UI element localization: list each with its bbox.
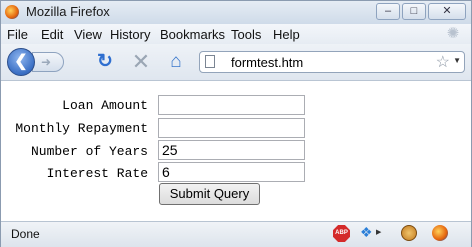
address-bar[interactable]: formtest.htm ☆ ▼ (199, 51, 465, 73)
forward-arrow-icon: ➜ (41, 55, 52, 69)
monthly-repayment-input[interactable] (158, 118, 305, 138)
stop-button[interactable]: ✕ (131, 49, 151, 74)
addon-diamond-icon[interactable]: ❖ (360, 225, 374, 239)
page-content: Loan Amount Monthly Repayment Number of … (1, 81, 471, 220)
submit-button[interactable]: Submit Query (159, 183, 260, 205)
menu-help[interactable]: Help (273, 27, 300, 42)
status-text: Done (11, 227, 40, 241)
navigation-toolbar: ➜ ❮ ↻ ✕ ⌂ formtest.htm ☆ ▼ (1, 44, 471, 81)
home-button[interactable]: ⌂ (166, 52, 186, 72)
home-icon: ⌂ (170, 51, 182, 72)
interest-rate-label: Interest Rate (46, 166, 148, 181)
close-icon: ✕ (442, 5, 452, 17)
window-title: Mozilla Firefox (26, 4, 110, 19)
minimize-button[interactable]: – (376, 3, 400, 20)
reload-icon: ↻ (97, 51, 113, 72)
menu-view[interactable]: View (74, 27, 102, 42)
addon-dropdown-icon[interactable]: ▶ (376, 228, 381, 236)
loan-amount-input[interactable] (158, 95, 305, 115)
browser-window: Mozilla Firefox – □ ✕ File Edit View His… (0, 0, 472, 247)
status-bar: Done ABP ❖ ▶ (1, 221, 471, 247)
menu-edit[interactable]: Edit (41, 27, 63, 42)
back-forward-group: ➜ ❮ (7, 48, 64, 76)
firefox-icon (5, 5, 19, 19)
number-of-years-input[interactable] (158, 140, 305, 160)
adblock-icon[interactable]: ABP (333, 225, 350, 242)
forward-button[interactable]: ➜ (32, 52, 64, 72)
minimize-icon: – (384, 5, 392, 17)
back-button[interactable]: ❮ (7, 48, 35, 76)
bookmark-star-icon[interactable]: ☆ (436, 52, 450, 72)
menu-history[interactable]: History (110, 27, 150, 42)
reload-button[interactable]: ↻ (95, 52, 115, 72)
number-of-years-label: Number of Years (30, 144, 148, 159)
menu-bar: File Edit View History Bookmarks Tools H… (1, 24, 471, 44)
firefox-addon-icon[interactable] (432, 225, 448, 241)
url-text: formtest.htm (231, 55, 304, 70)
menu-file[interactable]: File (7, 27, 28, 42)
menu-bookmarks[interactable]: Bookmarks (160, 27, 225, 42)
menu-tools[interactable]: Tools (231, 27, 261, 42)
addon-face-icon[interactable] (401, 225, 417, 241)
close-button[interactable]: ✕ (428, 3, 466, 20)
maximize-button[interactable]: □ (402, 3, 426, 20)
window-controls: – □ ✕ (376, 3, 466, 20)
maximize-icon: □ (410, 5, 418, 17)
url-dropdown-icon[interactable]: ▼ (453, 56, 461, 65)
page-icon (205, 55, 215, 68)
monthly-repayment-label: Monthly Repayment (15, 121, 148, 136)
stop-icon: ✕ (131, 49, 151, 74)
title-bar: Mozilla Firefox – □ ✕ (1, 1, 471, 25)
back-arrow-icon: ❮ (14, 53, 28, 70)
interest-rate-input[interactable] (158, 162, 305, 182)
loan-amount-label: Loan Amount (62, 98, 148, 113)
throbber-icon: ✺ (446, 25, 460, 42)
